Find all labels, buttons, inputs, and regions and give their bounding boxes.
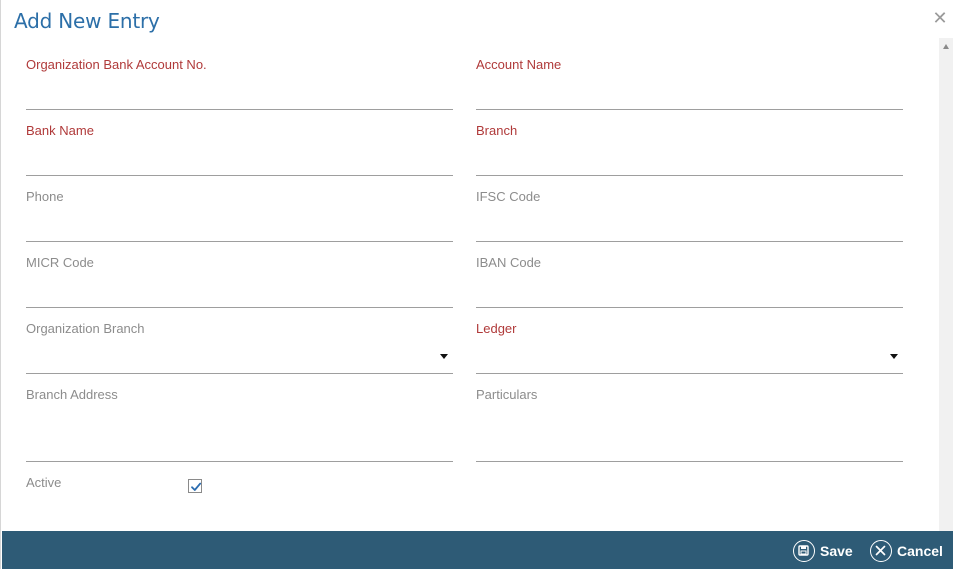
field-underline: [476, 461, 903, 462]
org-bank-account-no-field: Organization Bank Account No.: [26, 57, 453, 111]
close-icon[interactable]: ✕: [932, 9, 948, 27]
organization-branch-field: Organization Branch: [26, 321, 453, 375]
cancel-label: Cancel: [897, 543, 943, 559]
chevron-down-icon[interactable]: [440, 354, 448, 359]
save-label: Save: [820, 543, 853, 559]
field-underline: [476, 109, 903, 110]
particulars-field: Particulars: [476, 387, 903, 463]
organization-branch-select[interactable]: [26, 347, 426, 367]
micr-code-label: MICR Code: [26, 255, 94, 270]
ifsc-code-input[interactable]: [476, 215, 876, 235]
field-underline: [476, 241, 903, 242]
iban-code-field: IBAN Code: [476, 255, 903, 309]
field-underline: [476, 373, 903, 374]
field-underline: [476, 175, 903, 176]
dialog-footer: Save Cancel: [2, 531, 953, 569]
field-underline: [26, 241, 453, 242]
field-underline: [476, 307, 903, 308]
ledger-field: Ledger: [476, 321, 903, 375]
micr-code-input[interactable]: [26, 281, 426, 301]
floppy-disk-icon: [793, 540, 815, 562]
field-underline: [26, 307, 453, 308]
branch-input[interactable]: [476, 149, 876, 169]
field-underline: [26, 175, 453, 176]
field-underline: [26, 461, 453, 462]
dialog-title: Add New Entry: [14, 9, 160, 33]
close-circle-icon: [870, 540, 892, 562]
bank-name-field: Bank Name: [26, 123, 453, 177]
particulars-textarea[interactable]: [476, 411, 876, 459]
particulars-label: Particulars: [476, 387, 538, 402]
scroll-up-arrow-icon[interactable]: [939, 42, 953, 52]
org-bank-account-no-label: Organization Bank Account No.: [26, 57, 207, 72]
bank-name-label: Bank Name: [26, 123, 94, 138]
branch-field: Branch: [476, 123, 903, 177]
micr-code-field: MICR Code: [26, 255, 453, 309]
account-name-label: Account Name: [476, 57, 562, 72]
bank-name-input[interactable]: [26, 149, 426, 169]
check-icon: [191, 482, 202, 491]
chevron-down-icon[interactable]: [890, 354, 898, 359]
save-button[interactable]: Save: [793, 540, 853, 562]
ifsc-code-label: IFSC Code: [476, 189, 541, 204]
vertical-scrollbar[interactable]: [939, 38, 953, 531]
account-name-field: Account Name: [476, 57, 903, 111]
branch-address-label: Branch Address: [26, 387, 118, 402]
branch-label: Branch: [476, 123, 518, 138]
add-entry-dialog: Add New Entry ✕ Organization Bank Accoun…: [0, 0, 953, 569]
account-name-input[interactable]: [476, 83, 876, 103]
phone-label: Phone: [26, 189, 64, 204]
field-underline: [26, 373, 453, 374]
organization-branch-label: Organization Branch: [26, 321, 145, 336]
ifsc-code-field: IFSC Code: [476, 189, 903, 243]
ledger-select[interactable]: [476, 347, 876, 367]
active-label: Active: [26, 475, 62, 490]
active-checkbox[interactable]: [188, 479, 202, 493]
ledger-label: Ledger: [476, 321, 517, 336]
phone-input[interactable]: [26, 215, 426, 235]
branch-address-field: Branch Address: [26, 387, 453, 463]
branch-address-textarea[interactable]: [26, 411, 426, 459]
iban-code-label: IBAN Code: [476, 255, 542, 270]
iban-code-input[interactable]: [476, 281, 876, 301]
cancel-button[interactable]: Cancel: [870, 540, 943, 562]
org-bank-account-no-input[interactable]: [26, 83, 426, 103]
field-underline: [26, 109, 453, 110]
phone-field: Phone: [26, 189, 453, 243]
